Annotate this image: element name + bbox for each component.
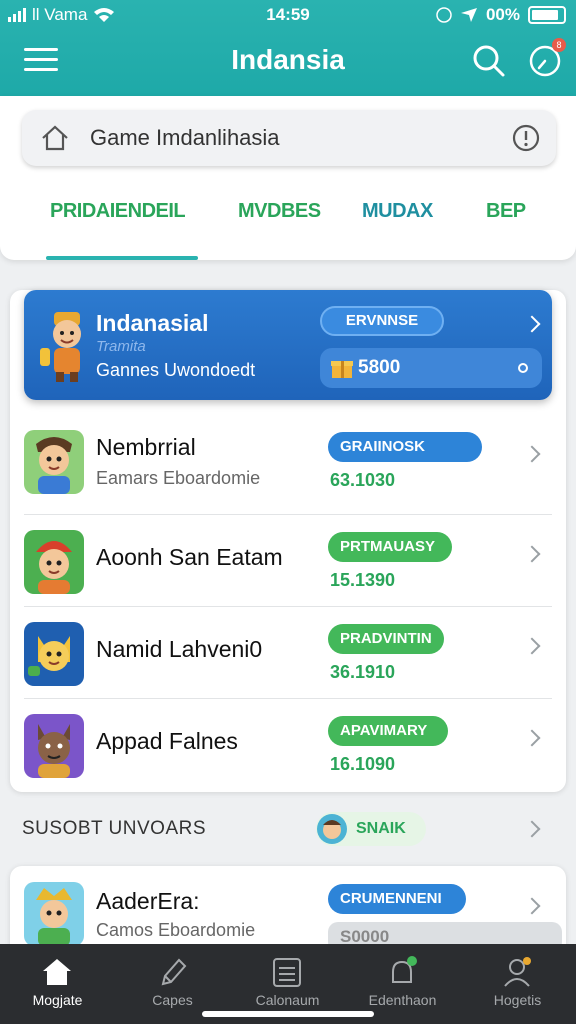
chevron-right-icon[interactable] [523,545,541,563]
featured-pill[interactable]: ERVNNSE [320,306,444,336]
home-icon [43,959,71,985]
game-name: Nembrrial [96,434,196,460]
home-indicator[interactable] [202,1011,374,1017]
game-avatar-icon [24,430,84,494]
game-pill[interactable]: GRAIINOSK [328,432,482,462]
featured-sub: Gannes Uwondoedt [96,360,256,380]
game-pill[interactable]: PRADVINTIN [328,624,444,654]
bell-icon [392,956,417,983]
section-header[interactable]: SUSOBT UNVOARS SNAIK [22,812,556,846]
radio-icon[interactable] [518,363,528,373]
calendar-icon [273,958,301,987]
info-icon[interactable] [512,124,540,152]
game-name: AaderEra: [96,888,200,914]
chevron-right-icon[interactable] [523,897,541,915]
top-panel: Game Imdanlihasia PRIDAIENDEIL MVDBES MU… [0,96,576,260]
game-value: 15.1390 [330,570,396,590]
game-avatar-icon [24,622,84,686]
avatar-icon [317,814,347,844]
nfc-icon [436,7,452,23]
chevron-right-icon[interactable] [523,445,541,463]
chevron-right-icon[interactable] [523,820,541,838]
nav-label: Calonaum [255,992,320,1008]
list-item[interactable]: Aoonh San Eatam PRTMAUASY 15.1390 [24,522,552,614]
game-pill[interactable]: APAVIMARY [328,716,448,746]
location-icon [460,8,477,22]
menu-icon[interactable] [24,48,58,74]
nav-item-home[interactable]: Mogjate [0,944,115,1024]
tab-bar: PRIDAIENDEIL MVDBES MUDAX BEP [0,200,576,260]
search-icon[interactable] [472,44,506,78]
divider [24,698,552,699]
nav-label: Capes [152,992,193,1008]
pen-icon [161,958,187,986]
section-chip-label: SNAIK [356,820,406,837]
profile-icon [504,957,531,987]
game-name: Namid Lahveni0 [96,636,263,662]
chevron-right-icon[interactable] [523,637,541,655]
tab-mudax[interactable]: MUDAX [362,200,433,223]
game-value: 63.1030 [330,470,396,490]
chevron-right-icon[interactable] [523,729,541,747]
featured-name: Indanasial [96,310,209,336]
featured-game-card[interactable]: Indanasial Tramita Gannes Uwondoedt ERVN… [24,290,552,400]
game-avatar-icon [24,882,84,946]
app-header: ll Vama 14:59 00% Indansia 8 [0,0,576,96]
list-item[interactable]: Nembrrial Eamars Eboardomie GRAIINOSK 63… [24,422,552,514]
list-item[interactable]: Appad Falnes APAVIMARY 16.1090 [24,706,552,798]
nav-label: Hogetis [493,992,542,1008]
game-list: Indanasial Tramita Gannes Uwondoedt ERVN… [10,290,566,792]
gift-icon [331,361,353,378]
game-pill[interactable]: CRUMENNENI [328,884,466,914]
nav-label: Edenthaon [368,992,437,1008]
battery-percent: 00% [485,5,520,24]
nav-item-profile[interactable]: Hogetis [460,944,575,1024]
battery-icon [528,6,566,24]
tab-pridaiendeil[interactable]: PRIDAIENDEIL [50,200,186,223]
featured-value: 5800 [358,357,401,378]
game-name: Aoonh San Eatam [96,544,283,570]
list-item[interactable]: Namid Lahveni0 PRADVINTIN 36.1910 [24,614,552,706]
game-subtitle: Camos Eboardomie [96,920,256,940]
game-subtitle: Eamars Eboardomie [96,468,261,488]
active-tab-indicator [46,256,198,260]
status-bar: ll Vama 14:59 00% [0,0,576,30]
game-avatar-icon [40,312,81,382]
featured-value-box: 5800 [320,348,542,388]
divider [24,514,552,515]
featured-tag: Tramita [96,338,146,355]
section-title: SUSOBT UNVOARS [22,818,207,839]
game-pill[interactable]: PRTMAUASY [328,532,452,562]
search-bar[interactable]: Game Imdanlihasia [22,110,556,166]
notification-badge: 8 [552,38,566,52]
section-chip[interactable]: SNAIK [316,812,426,846]
game-avatar-icon [24,714,84,778]
chevron-right-icon[interactable] [523,315,541,333]
notification-button[interactable]: 8 [528,38,566,78]
home-icon [42,125,68,151]
game-avatar-icon [24,530,84,594]
search-input[interactable]: Game Imdanlihasia [90,125,280,151]
game-name: Appad Falnes [96,728,238,754]
tab-mvdbes[interactable]: MVDBES [238,200,321,223]
game-value: 36.1910 [330,662,396,682]
nav-label: Mogjate [32,992,83,1008]
tab-bep[interactable]: BEP [486,200,526,223]
divider [24,606,552,607]
game-value: 16.1090 [330,754,396,774]
